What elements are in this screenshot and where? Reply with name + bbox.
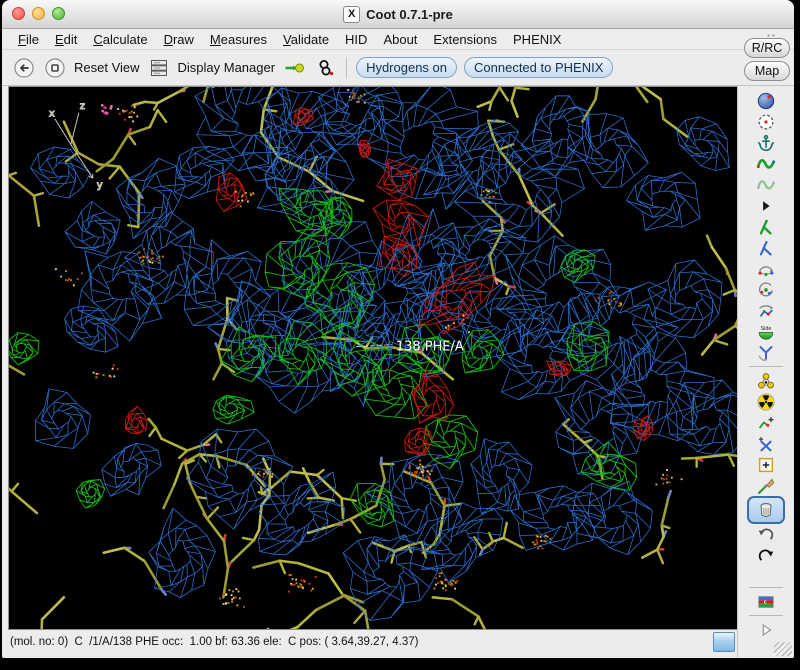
stop-button[interactable] [43,56,67,80]
zoom-button[interactable] [52,7,65,20]
resize-grip[interactable] [774,642,792,656]
refine-zone-icon[interactable] [751,153,781,174]
statusbar: (mol. no: 0) C /1/A/138 PHE occ: 1.00 bf… [8,630,737,654]
sphere-refine-icon[interactable] [751,90,781,111]
menu-edit[interactable]: Edit [47,31,85,48]
display-manager-button[interactable]: Display Manager [178,60,276,75]
back-view-button[interactable] [12,56,36,80]
edit-chi-angles-icon[interactable] [751,279,781,300]
display-manager-icon[interactable] [147,56,171,80]
menu-hid[interactable]: HID [337,31,375,48]
status-text: (mol. no: 0) C /1/A/138 PHE occ: 1.00 bf… [10,636,713,648]
rrc-button[interactable]: R/RC [744,38,790,58]
status-scrollbar-thumb[interactable] [713,632,735,652]
hydrogens-toggle-button[interactable]: Hydrogens on [356,57,457,78]
toolbar-separator [749,587,783,588]
place-atom-at-pointer-icon[interactable] [751,454,781,475]
svg-text:Side: Side [761,326,772,332]
rotate-translate-icon[interactable] [751,258,781,279]
expand-icon[interactable] [751,619,781,640]
fix-atoms-icon[interactable] [751,132,781,153]
3d-viewport[interactable]: x z y 138 PHE/A [9,87,737,629]
regularize-zone-icon[interactable] [751,174,781,195]
menu-about[interactable]: About [375,31,425,48]
go-to-atom-icon[interactable] [282,56,306,80]
menu-draw[interactable]: Draw [156,31,202,48]
traffic-lights [12,7,65,20]
svg-text:z: z [80,101,85,112]
coot-window: X Coot 0.7.1-pre FileEditCalculateDrawMe… [2,0,794,658]
minimize-button[interactable] [32,7,45,20]
molecule-icon[interactable] [313,56,337,80]
undo-icon[interactable] [751,524,781,545]
viewport-pane: x z y 138 PHE/A (mol. no: 0) C /1/A/138 PHE… [2,86,737,658]
menu-measures[interactable]: Measures [202,31,275,48]
menu-file[interactable]: File [10,31,47,48]
flip-peptide-icon[interactable] [751,300,781,321]
auto-fit-rotamer-icon[interactable] [751,216,781,237]
phenix-connection-button[interactable]: Connected to PHENIX [464,57,613,78]
azerbaijan-flag-icon[interactable] [751,591,781,612]
menubar: FileEditCalculateDrawMeasuresValidateHID… [2,29,794,50]
reset-view-button[interactable]: Reset View [74,60,140,75]
delete-item-icon[interactable] [747,496,785,524]
menu-phenix[interactable]: PHENIX [505,31,569,48]
x11-icon: X [343,6,360,23]
clear-pending-picks-icon[interactable] [751,475,781,496]
toolbar-separator [346,57,347,79]
toolbar-separator [749,366,783,367]
svg-text:y: y [97,180,103,191]
more-tools-icon[interactable] [751,195,781,216]
target-refine-icon[interactable] [751,111,781,132]
add-alt-conf-icon[interactable] [751,412,781,433]
side-chain-flip-icon[interactable]: Side [751,321,781,342]
close-button[interactable] [12,7,25,20]
add-atom-icon[interactable] [751,433,781,454]
redo-icon[interactable] [751,545,781,566]
add-terminal-nucleotide-icon[interactable] [751,370,781,391]
jiggle-fit-icon[interactable] [751,342,781,363]
main-toolbar: Reset View Display Manager Hydrogens on … [2,50,794,86]
rotamers-icon[interactable] [751,237,781,258]
toolbar-separator [749,615,783,616]
window-title: Coot 0.7.1-pre [366,7,453,22]
titlebar: X Coot 0.7.1-pre [2,0,794,29]
model-toolbar: Side [737,86,794,658]
atom-label: 138 PHE/A [396,340,464,355]
svg-text:x: x [49,109,55,120]
add-terminal-residue-icon[interactable] [751,391,781,412]
menu-validate[interactable]: Validate [275,31,337,48]
menu-extensions[interactable]: Extensions [425,31,505,48]
map-button[interactable]: Map [744,61,790,81]
menu-calculate[interactable]: Calculate [85,31,155,48]
